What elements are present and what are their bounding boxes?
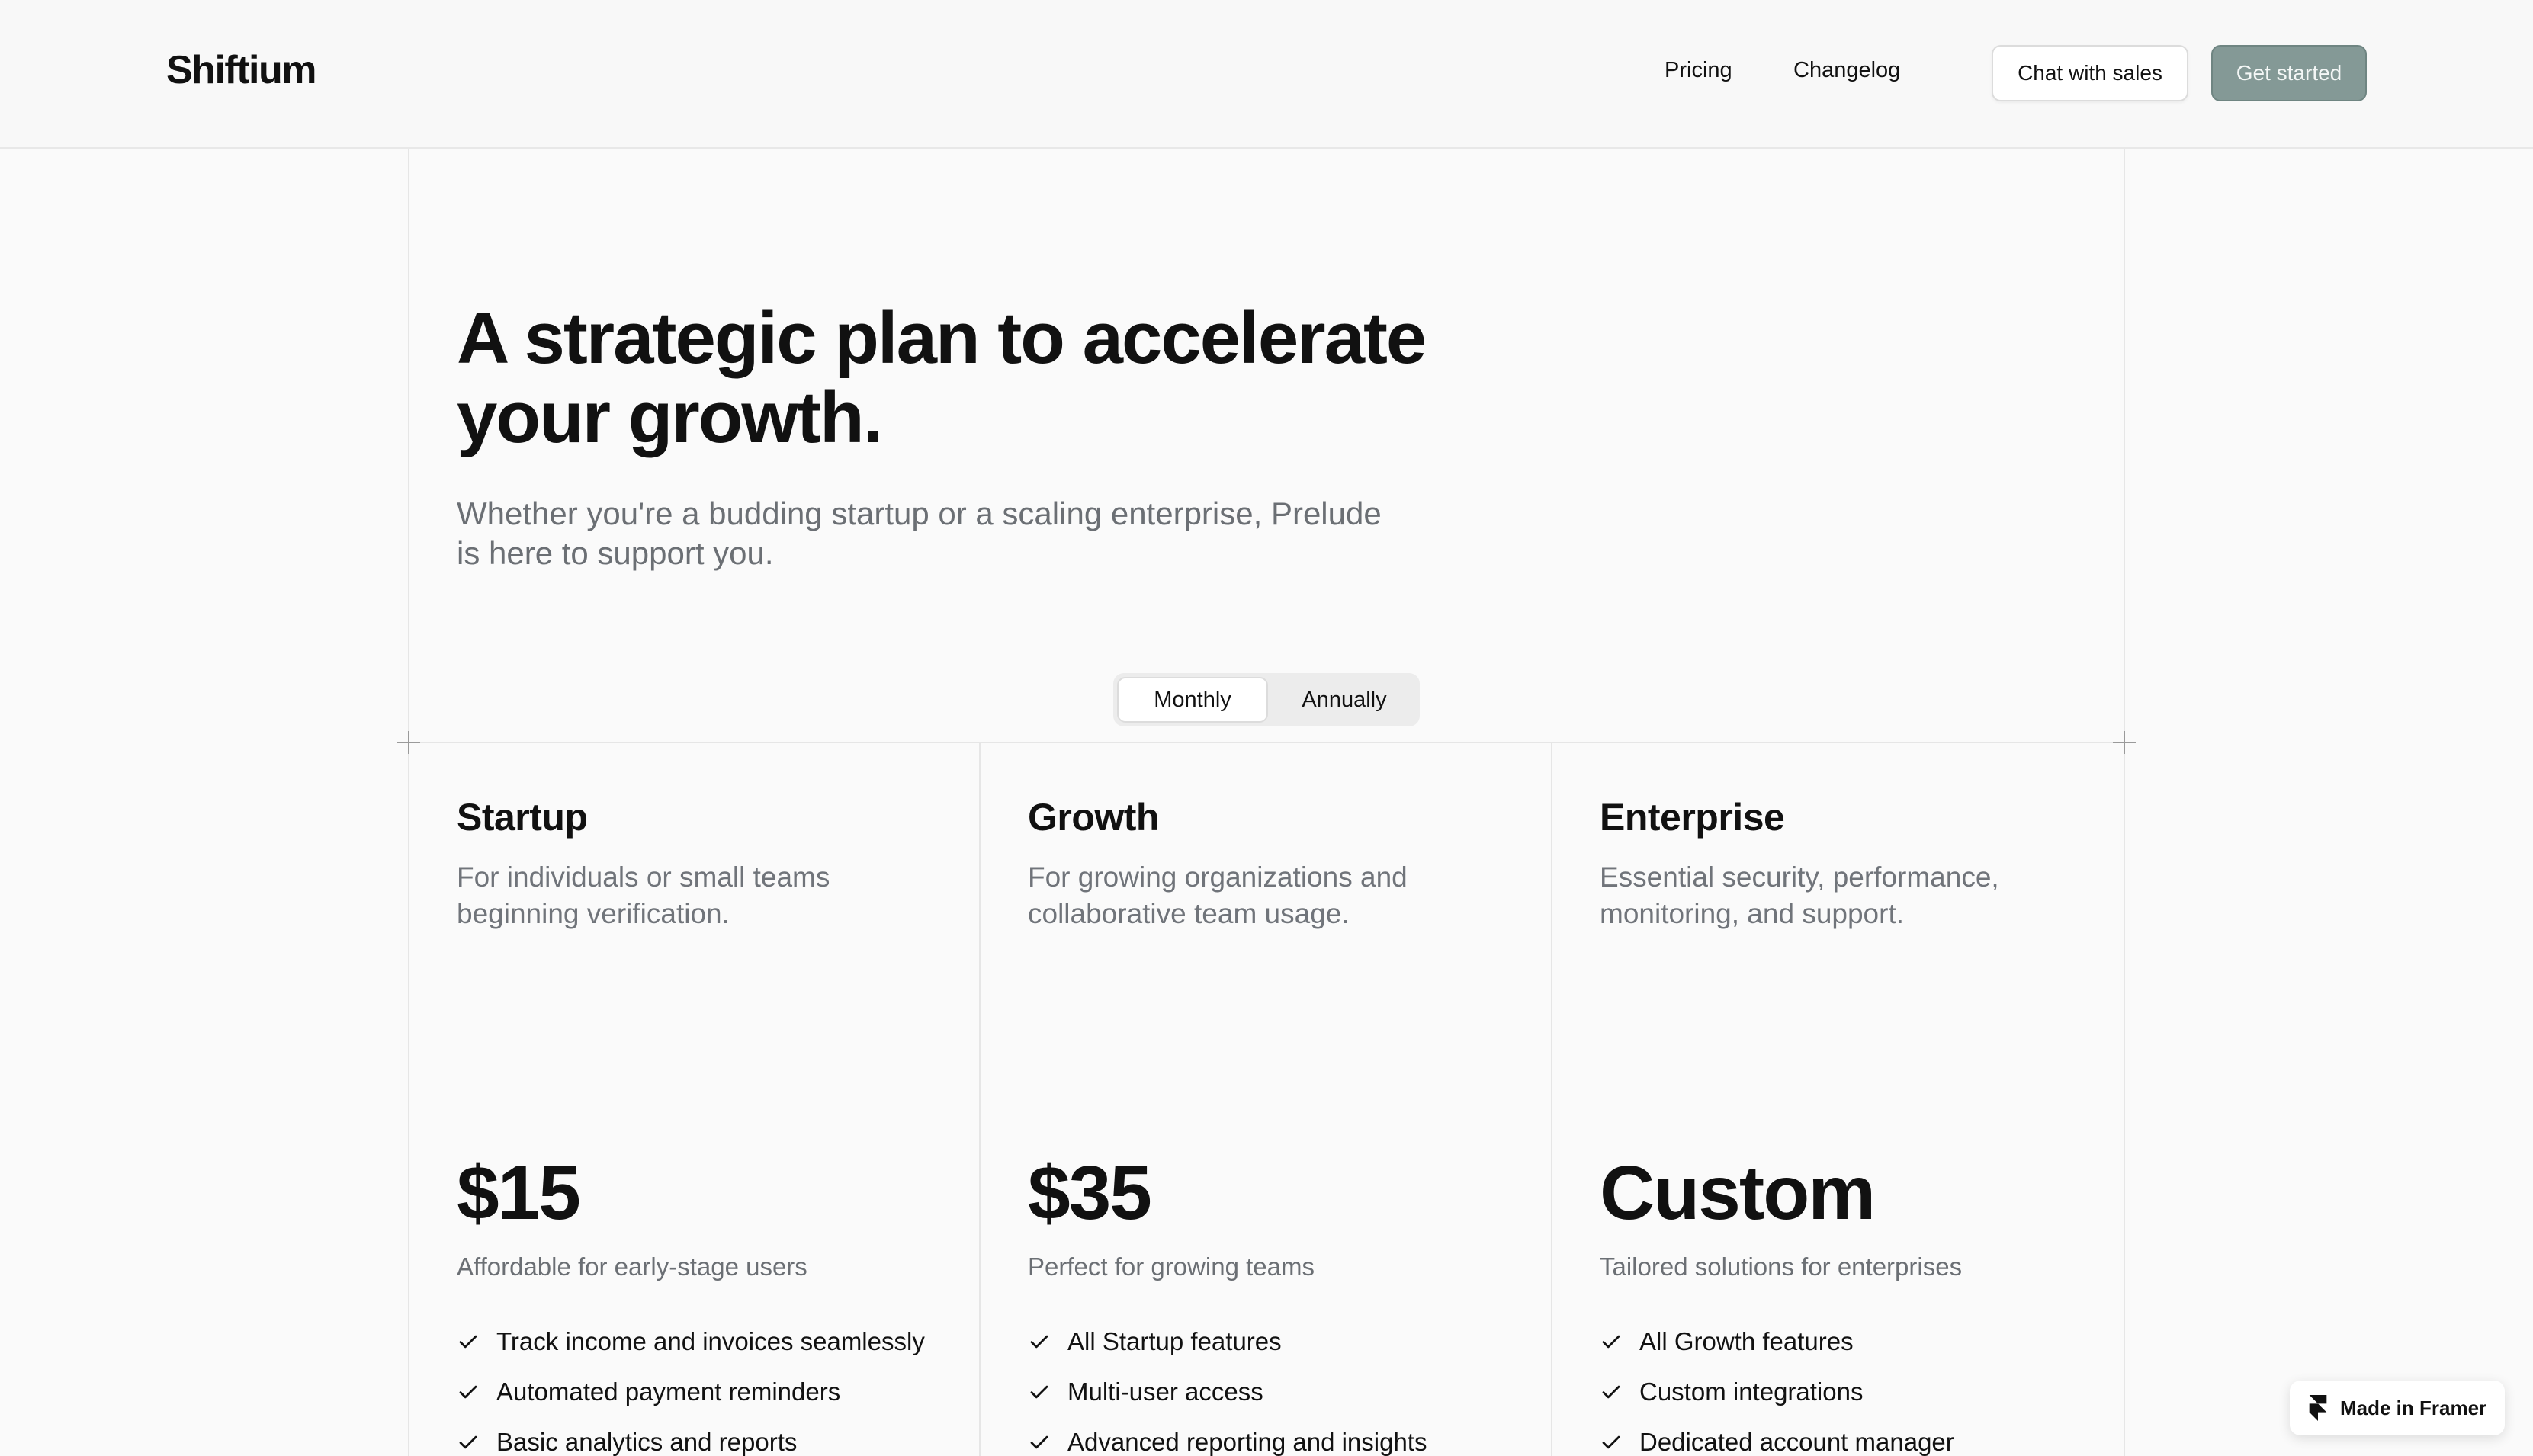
feature-label: Automated payment reminders [496, 1377, 841, 1406]
feature-label: Basic analytics and reports [496, 1428, 798, 1456]
logo[interactable]: Shiftium [166, 47, 316, 93]
made-in-framer-badge[interactable]: Made in Framer [2290, 1381, 2505, 1435]
plan-tagline: Perfect for growing teams [1028, 1252, 1315, 1281]
plan-description: Essential security, performance, monitor… [1600, 859, 2042, 932]
frame-line-right [2124, 149, 2125, 1456]
site-header: Shiftium Pricing Changelog Chat with sal… [0, 0, 2533, 149]
feature-label: Advanced reporting and insights [1067, 1428, 1427, 1456]
page-title-line-1: A strategic plan to accelerate [457, 297, 1427, 379]
plan-price: Custom [1600, 1150, 1876, 1236]
framer-logo-icon [2309, 1395, 2327, 1421]
feature-label: Track income and invoices seamlessly [496, 1327, 925, 1355]
feature-item: Multi-user access [1028, 1367, 1427, 1417]
page-title-line-2: your growth. [457, 377, 883, 458]
feature-label: All Growth features [1639, 1327, 1854, 1355]
chat-with-sales-button[interactable]: Chat with sales [1992, 45, 2188, 101]
plan-card-growth: Growth For growing organizations and col… [981, 743, 1551, 1456]
plan-card-enterprise: Enterprise Essential security, performan… [1552, 743, 2123, 1456]
check-icon [1602, 1335, 1620, 1349]
check-icon [459, 1435, 477, 1449]
feature-label: Multi-user access [1067, 1377, 1263, 1406]
plan-description-line-2: monitoring, and support. [1600, 898, 1905, 929]
plan-name: Growth [1028, 796, 1159, 839]
plan-description-line-1: For individuals or small teams [457, 861, 830, 893]
plan-price: $15 [457, 1150, 581, 1236]
feature-item: Basic analytics and reports [457, 1417, 925, 1456]
check-icon [1602, 1385, 1620, 1399]
feature-item: Track income and invoices seamlessly [457, 1316, 925, 1367]
page-title: A strategic plan to accelerate your grow… [457, 299, 1524, 457]
feature-label: Custom integrations [1639, 1377, 1864, 1406]
page-subtitle-line-1: Whether you're a budding startup or a sc… [457, 495, 1382, 531]
plan-card-startup: Startup For individuals or small teams b… [409, 743, 980, 1456]
feature-item: All Growth features [1600, 1316, 1954, 1367]
nav-link-changelog[interactable]: Changelog [1793, 58, 1900, 83]
plan-description: For growing organizations and collaborat… [1028, 859, 1470, 932]
page-subtitle-line-2: is here to support you. [457, 535, 774, 571]
check-icon [1030, 1385, 1048, 1399]
check-icon [1030, 1435, 1048, 1449]
toggle-monthly[interactable]: Monthly [1117, 677, 1268, 723]
feature-item: All Startup features [1028, 1316, 1427, 1367]
plan-description-line-2: collaborative team usage. [1028, 898, 1350, 929]
check-icon [459, 1385, 477, 1399]
plan-description: For individuals or small teams beginning… [457, 859, 899, 932]
feature-label: Dedicated account manager [1639, 1428, 1954, 1456]
plan-tagline: Tailored solutions for enterprises [1600, 1252, 1963, 1281]
toggle-annually[interactable]: Annually [1273, 677, 1415, 723]
check-icon [1602, 1435, 1620, 1449]
check-icon [1030, 1335, 1048, 1349]
plan-name: Startup [457, 796, 588, 839]
feature-list: All Startup features Multi-user access A… [1028, 1316, 1427, 1456]
feature-item: Automated payment reminders [457, 1367, 925, 1417]
feature-item: Custom integrations [1600, 1367, 1954, 1417]
plan-name: Enterprise [1600, 796, 1785, 839]
feature-list: All Growth features Custom integrations … [1600, 1316, 1954, 1456]
get-started-button[interactable]: Get started [2211, 45, 2367, 101]
billing-toggle[interactable]: Monthly Annually [1113, 673, 1420, 726]
feature-list: Track income and invoices seamlessly Aut… [457, 1316, 925, 1456]
plan-description-line-1: Essential security, performance, [1600, 861, 1999, 893]
page-subtitle: Whether you're a budding startup or a sc… [457, 494, 1417, 573]
plan-price: $35 [1028, 1150, 1152, 1236]
feature-label: All Startup features [1067, 1327, 1282, 1355]
plan-description-line-2: beginning verification. [457, 898, 730, 929]
badge-label: Made in Framer [2340, 1396, 2487, 1419]
nav-link-pricing[interactable]: Pricing [1665, 58, 1732, 83]
plan-description-line-1: For growing organizations and [1028, 861, 1408, 893]
plan-tagline: Affordable for early-stage users [457, 1252, 807, 1281]
pricing-page: Shiftium Pricing Changelog Chat with sal… [0, 0, 2533, 1456]
feature-item: Advanced reporting and insights [1028, 1417, 1427, 1456]
feature-item: Dedicated account manager [1600, 1417, 1954, 1456]
check-icon [459, 1335, 477, 1349]
